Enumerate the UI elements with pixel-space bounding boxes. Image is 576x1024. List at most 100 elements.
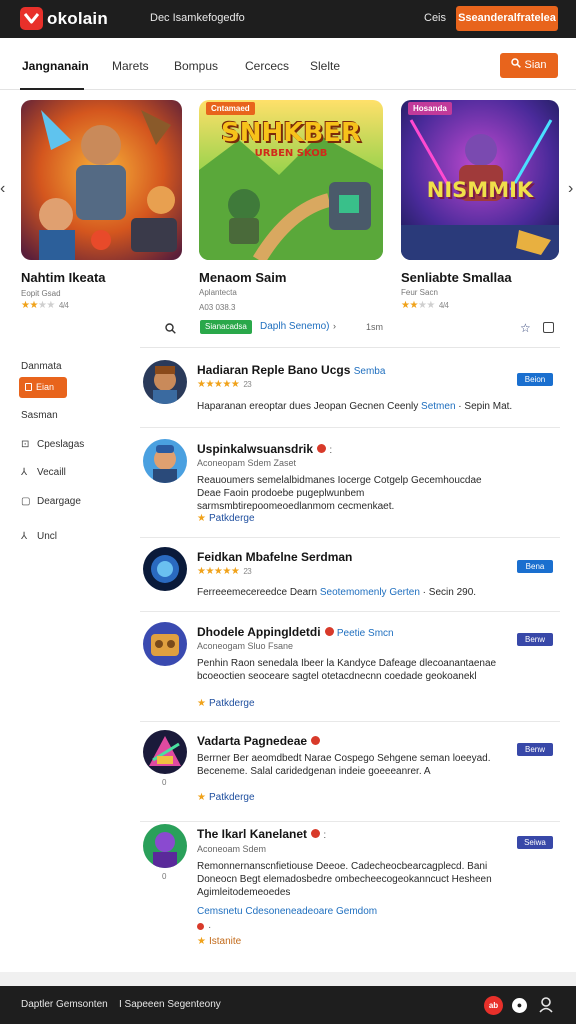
avatar	[143, 622, 187, 666]
row-description: Remonnernanscnfietiouse Deeoe. Cadecheoc…	[197, 861, 492, 898]
row-tag[interactable]: ★ Patkderge	[197, 792, 255, 803]
row-rating: ★★★★★ 23	[197, 379, 252, 390]
list-item[interactable]: 0 The Ikarl Kanelanet : Aconeoam Sdem Re…	[140, 822, 560, 962]
card-subtitle: Feur Sacn	[401, 288, 438, 297]
card-subtitle: Aplantecta	[199, 288, 237, 297]
sidebar-item-vecaill[interactable]: ⅄ Vecaill	[21, 467, 66, 478]
sidebar-item-label: Deargage	[37, 496, 81, 507]
verified-badge-icon	[324, 627, 334, 636]
list-item[interactable]: Uspinkalwsuansdrik : Aconeopam Sdem Zase…	[140, 428, 560, 538]
list-item[interactable]: Hadiaran Reple Bano Ucgs Semba ★★★★★ 23 H…	[140, 352, 560, 428]
card-badge: Hosanda	[408, 102, 452, 115]
filter-chip[interactable]: Sianacadsa	[200, 320, 252, 334]
list-item[interactable]: Feidkan Mbafelne Serdman ★★★★★ 23 Ferreee…	[140, 538, 560, 612]
top-bar: okolain Dec Isamkefogedfo Ceis Sseandera…	[0, 0, 576, 38]
person-icon: ⅄	[21, 467, 28, 478]
top-tagline: Dec Isamkefogedfo	[150, 12, 245, 24]
filter-bar: Sianacadsa Daplh Senemo) › 1sm ☆	[140, 318, 560, 348]
footer-link[interactable]: Daptler Gemsonten	[21, 999, 108, 1010]
avatar	[143, 547, 187, 591]
row-meta: Aconeogam Sluo Fsane	[197, 641, 294, 651]
box-icon[interactable]	[543, 322, 554, 333]
list-item[interactable]: Dhodele Appingldetdi Peetie Smcn Aconeog…	[140, 612, 560, 722]
row-description: Penhin Raon senedala Ibeer la Kandyce Da…	[197, 658, 497, 682]
row-title[interactable]: Feidkan Mbafelne Serdman	[197, 550, 352, 564]
row-description: Ferreeemecereedce Dearn Seotemomenly Ger…	[197, 587, 477, 598]
footer-link[interactable]: I Sapeeen Segenteony	[119, 999, 221, 1010]
row-title[interactable]: Hadiaran Reple Bano Ucgs Semba	[197, 363, 385, 377]
card-badge: Cntamaed	[206, 102, 255, 115]
top-cta-button[interactable]: Sseanderalfratelea	[456, 6, 558, 31]
footer-bar: Daptler Gemsonten I Sapeeen Segenteony a…	[0, 986, 576, 1024]
search-button-label: Sian	[524, 59, 547, 71]
verified-badge-icon	[317, 444, 327, 453]
card-artwork	[21, 100, 182, 260]
red-dot-icon	[197, 923, 204, 930]
card-extra: A03 038.3	[199, 303, 236, 312]
logo-icon[interactable]	[20, 7, 43, 30]
info-icon[interactable]: ●	[512, 998, 527, 1013]
carousel-next-icon[interactable]: ›	[568, 180, 573, 198]
sidebar-item-sasman[interactable]: Sasman	[21, 410, 58, 421]
sidebar-item-cpeslagas[interactable]: ⊡ Cpeslagas	[21, 439, 84, 450]
row-title[interactable]: Vadarta Pagnedeae	[197, 734, 321, 748]
card-title[interactable]: Senliabte Smallaa	[401, 270, 512, 285]
app-name[interactable]: okolain	[47, 9, 108, 29]
star-outline-icon[interactable]: ☆	[520, 321, 531, 335]
row-meta: Aconeopam Sdem Zaset	[197, 458, 297, 468]
row-action-button[interactable]: Seiwa	[517, 836, 553, 849]
carousel-prev-icon[interactable]: ‹	[0, 180, 5, 198]
card-artwork: Hosanda NISMMIK	[401, 100, 559, 260]
row-action-button[interactable]: Bena	[517, 560, 553, 573]
row-action-button[interactable]: Beion	[517, 373, 553, 386]
list-item[interactable]: 0 Vadarta Pagnedeae Berrner Ber aeomdbed…	[140, 722, 560, 822]
sidebar-item-uncl[interactable]: ⅄ Uncl	[21, 531, 57, 542]
verified-badge-icon	[311, 829, 321, 838]
card-title[interactable]: Menaom Saim	[199, 270, 286, 285]
sidebar-item-label: Sasman	[21, 410, 58, 421]
row-meta: Aconeoam Sdem	[197, 844, 267, 854]
row-link[interactable]: Cemsnetu Cdesoneneadeoare Gemdom	[197, 906, 377, 917]
row-action-button[interactable]: Benw	[517, 633, 553, 646]
card-rating: ★★★★ 4/4	[401, 300, 449, 311]
chevron-right-icon[interactable]: ›	[333, 321, 336, 331]
sidebar-item-active[interactable]: Eian	[19, 377, 67, 398]
sidebar-item-label: Uncl	[37, 531, 58, 542]
row-tag[interactable]: ·	[197, 922, 211, 933]
sidebar-item-deargage[interactable]: ▢ Deargage	[21, 496, 81, 507]
row-title[interactable]: The Ikarl Kanelanet :	[197, 827, 326, 841]
row-title[interactable]: Uspinkalwsuansdrik :	[197, 442, 332, 456]
row-description: Reauoumers semelalbidmanes Iocerge Cotge…	[197, 475, 482, 512]
top-link[interactable]: Ceis	[424, 12, 446, 24]
search-button[interactable]: Sian	[500, 53, 558, 78]
tab-site[interactable]: Slelte	[310, 59, 340, 73]
tab-home[interactable]: Jangnanain	[22, 59, 89, 73]
row-tag[interactable]: ★ Patkderge	[197, 513, 255, 524]
row-title[interactable]: Dhodele Appingldetdi Peetie Smcn	[197, 625, 394, 639]
search-icon[interactable]	[165, 321, 176, 339]
card-art-title: NISMMIK	[426, 178, 534, 202]
tab-markets[interactable]: Marets	[112, 59, 149, 73]
main-nav: Jangnanain Marets Bompus Cercecs Slelte …	[0, 40, 576, 90]
card-rating: ★★★★ 4/4	[21, 300, 69, 311]
row-action-button[interactable]: Benw	[517, 743, 553, 756]
star-icon: ★	[197, 936, 206, 947]
row-tag[interactable]: ★ Patkderge	[197, 698, 255, 709]
tab-bonus[interactable]: Bompus	[174, 59, 218, 73]
card-subtitle: Eopit Gsad	[21, 289, 61, 298]
person-icon: ⅄	[21, 531, 28, 542]
card-title[interactable]: Nahtim Ikeata	[21, 270, 106, 285]
star-icon: ★	[197, 513, 206, 524]
row-description: Berrner Ber aeomdbedt Narae Cospego Sehg…	[197, 753, 491, 777]
card-art-title: SNHKBER	[221, 118, 361, 148]
tab-services[interactable]: Cercecs	[245, 59, 289, 73]
filter-link[interactable]: Daplh Senemo)	[260, 321, 329, 332]
row-count: 0	[162, 872, 167, 881]
notification-icon[interactable]: ab	[484, 996, 503, 1015]
avatar	[143, 730, 187, 774]
row-tag[interactable]: ★ Istanite	[197, 936, 241, 947]
sidebar-item-label: Cpeslagas	[37, 439, 85, 450]
sidebar-item-label: Vecaill	[37, 467, 66, 478]
star-icon: ★	[197, 698, 206, 709]
person-icon[interactable]	[538, 996, 554, 1018]
